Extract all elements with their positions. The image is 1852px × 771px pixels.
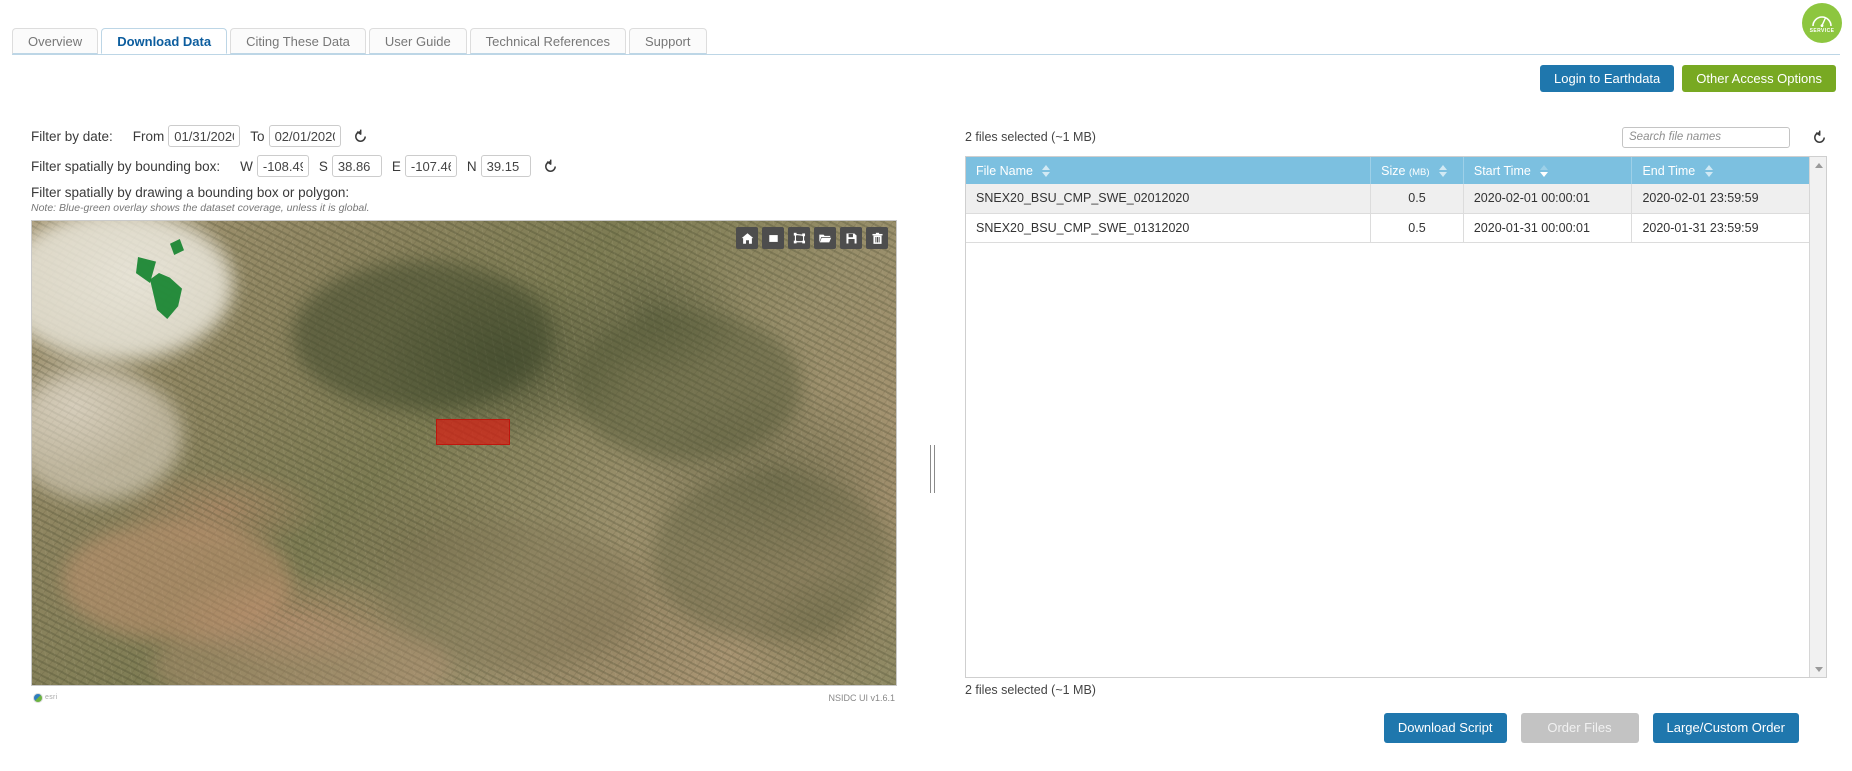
files-selected-count-bottom: 2 files selected (~1 MB) xyxy=(965,683,1096,697)
column-header-size[interactable]: Size (MB) xyxy=(1370,157,1464,184)
reset-date-filter-icon[interactable] xyxy=(353,129,368,144)
column-label-start-time: Start Time xyxy=(1473,163,1531,178)
map-footer: esri NSIDC UI v1.6.1 xyxy=(31,690,897,712)
sort-toggle-end-time[interactable] xyxy=(1704,165,1713,178)
sort-toggle-start-time[interactable] xyxy=(1540,165,1549,178)
west-input[interactable] xyxy=(256,155,309,177)
files-table-scroll-area: File Name Size (MB) Start Time End Time … xyxy=(966,157,1809,677)
column-unit-size: (MB) xyxy=(1408,166,1430,178)
gauge-icon xyxy=(1811,13,1833,27)
access-buttons: Login to Earthdata Other Access Options xyxy=(1540,65,1836,92)
selected-bounding-box[interactable] xyxy=(436,419,510,445)
tab-technical-references[interactable]: Technical References xyxy=(469,28,626,54)
esri-logo-icon xyxy=(33,692,43,703)
cell-file-name: SNEX20_BSU_CMP_SWE_02012020 xyxy=(966,184,1372,214)
table-header-row: File Name Size (MB) Start Time End Time xyxy=(966,157,1809,184)
coverage-overlay-note: Note: Blue-green overlay shows the datas… xyxy=(31,202,370,214)
south-label: S xyxy=(318,158,328,174)
files-search-area xyxy=(1622,126,1827,148)
home-icon[interactable] xyxy=(736,227,758,249)
folder-open-icon[interactable] xyxy=(814,227,836,249)
reset-file-search-icon[interactable] xyxy=(1812,130,1827,145)
files-table: File Name Size (MB) Start Time End Time … xyxy=(966,157,1809,243)
large-custom-order-button[interactable]: Large/Custom Order xyxy=(1652,713,1799,743)
panel-splitter-handle[interactable] xyxy=(929,445,937,493)
east-input[interactable] xyxy=(404,155,457,177)
esri-attribution-logo: esri xyxy=(33,692,57,703)
north-label: N xyxy=(466,158,477,174)
map-toolbar xyxy=(736,227,888,249)
sort-toggle-file-name[interactable] xyxy=(1042,165,1051,178)
map-canvas[interactable] xyxy=(31,220,897,686)
cell-file-name: SNEX20_BSU_CMP_SWE_01312020 xyxy=(966,213,1372,243)
north-input[interactable] xyxy=(480,155,531,177)
column-header-start-time[interactable]: Start Time xyxy=(1463,157,1633,184)
tab-support[interactable]: Support xyxy=(628,28,707,54)
sort-toggle-size[interactable] xyxy=(1439,165,1448,178)
bounding-box-label: Filter spatially by bounding box: xyxy=(31,158,221,174)
cell-start-time: 2020-02-01 00:00:01 xyxy=(1463,184,1633,214)
to-label: To xyxy=(250,128,265,144)
esri-attribution-label: esri xyxy=(45,694,58,701)
table-row[interactable]: SNEX20_BSU_CMP_SWE_02012020 0.5 2020-02-… xyxy=(966,184,1809,214)
cell-size: 0.5 xyxy=(1370,213,1464,243)
download-data-page: SERVICE Overview Download Data Citing Th… xyxy=(0,0,1852,771)
west-label: W xyxy=(240,158,253,174)
files-table-container: File Name Size (MB) Start Time End Time … xyxy=(965,156,1827,678)
cell-size: 0.5 xyxy=(1370,184,1464,214)
filter-by-date-row: Filter by date: From To xyxy=(31,125,911,147)
ui-version-label: NSIDC UI v1.6.1 xyxy=(828,693,895,703)
column-label-end-time: End Time xyxy=(1642,163,1696,178)
tab-bar: Overview Download Data Citing These Data… xyxy=(12,28,1840,55)
cell-end-time: 2020-01-31 23:59:59 xyxy=(1631,213,1809,243)
tab-overview[interactable]: Overview xyxy=(12,28,99,54)
rectangle-icon[interactable] xyxy=(762,227,784,249)
trash-icon[interactable] xyxy=(866,227,888,249)
files-panel: 2 files selected (~1 MB) Search file nam… xyxy=(965,125,1827,743)
east-label: E xyxy=(391,158,401,174)
filter-and-map-panel: Filter by date: From To Filter spatially… xyxy=(31,125,911,712)
column-label-file-name: File Name xyxy=(976,163,1033,178)
files-selected-count-top: 2 files selected (~1 MB) xyxy=(965,130,1096,144)
reset-bounding-box-icon[interactable] xyxy=(543,159,558,174)
login-to-earthdata-button[interactable]: Login to Earthdata xyxy=(1540,65,1675,92)
search-input[interactable] xyxy=(1622,126,1790,148)
draw-bounding-box-label: Filter spatially by drawing a bounding b… xyxy=(31,185,350,200)
scroll-down-icon[interactable] xyxy=(1810,661,1827,677)
column-header-file-name[interactable]: File Name xyxy=(966,157,1372,184)
cell-end-time: 2020-02-01 23:59:59 xyxy=(1631,184,1809,214)
order-files-button: Order Files xyxy=(1520,713,1639,743)
column-header-end-time[interactable]: End Time xyxy=(1631,157,1809,184)
to-date-input[interactable] xyxy=(268,125,341,147)
column-label-size: Size xyxy=(1381,163,1406,178)
scroll-up-icon[interactable] xyxy=(1810,157,1827,173)
polygon-icon[interactable] xyxy=(788,227,810,249)
table-row[interactable]: SNEX20_BSU_CMP_SWE_01312020 0.5 2020-01-… xyxy=(966,213,1809,243)
files-table-scrollbar[interactable] xyxy=(1809,157,1826,677)
filter-by-date-label: Filter by date: xyxy=(31,128,113,144)
tab-citing-these-data[interactable]: Citing These Data xyxy=(230,28,366,54)
download-script-button[interactable]: Download Script xyxy=(1383,713,1507,743)
from-date-input[interactable] xyxy=(168,125,241,147)
filter-by-bounding-box-row: Filter spatially by bounding box: W S E … xyxy=(31,155,911,177)
tab-download-data[interactable]: Download Data xyxy=(101,28,228,54)
south-input[interactable] xyxy=(331,155,382,177)
from-label: From xyxy=(132,128,165,144)
other-access-options-button[interactable]: Other Access Options xyxy=(1682,65,1836,92)
files-action-buttons: Download Script Order Files Large/Custom… xyxy=(965,713,1827,743)
cell-start-time: 2020-01-31 00:00:01 xyxy=(1463,213,1633,243)
tab-user-guide[interactable]: User Guide xyxy=(368,28,467,54)
files-panel-header: 2 files selected (~1 MB) xyxy=(965,125,1827,149)
save-icon[interactable] xyxy=(840,227,862,249)
